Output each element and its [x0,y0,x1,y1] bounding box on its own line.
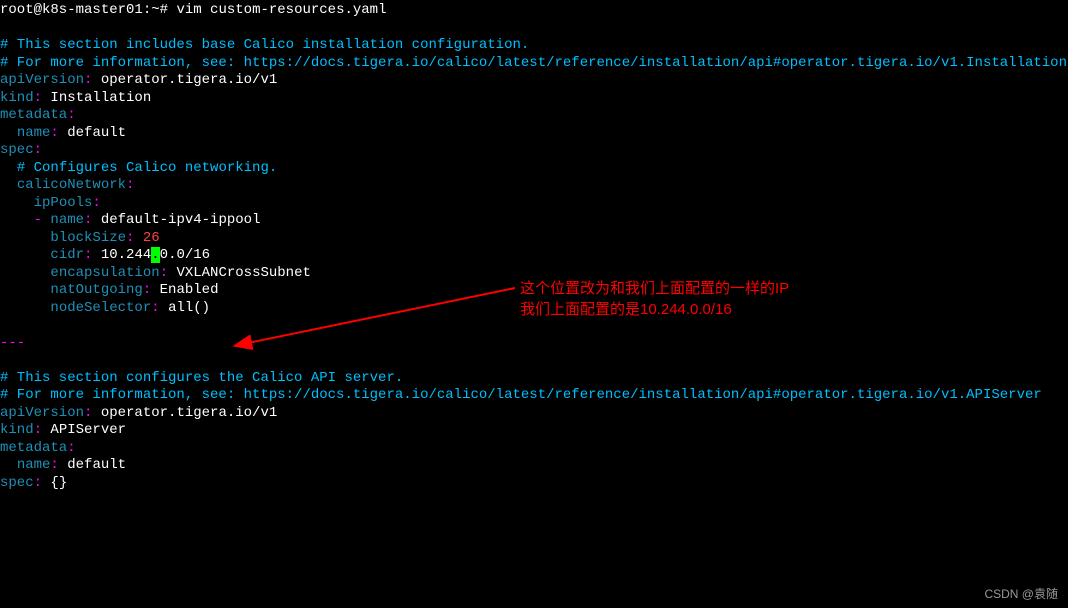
command[interactable]: vim custom-resources.yaml [176,2,386,18]
cidr-line[interactable]: cidr: 10.244.0.0/16 [0,247,1068,265]
yaml-line[interactable]: - name: default-ipv4-ippool [0,212,1068,230]
comment-line: # For more information, see: https://doc… [0,387,1068,405]
blank-line [0,317,1068,335]
cursor: . [151,247,159,263]
yaml-line[interactable]: natOutgoing: Enabled [0,282,1068,300]
separator-line: --- [0,335,1068,353]
yaml-line[interactable]: metadata: [0,440,1068,458]
comment-line: # This section includes base Calico inst… [0,37,1068,55]
yaml-line[interactable]: apiVersion: operator.tigera.io/v1 [0,72,1068,90]
yaml-line[interactable]: blockSize: 26 [0,230,1068,248]
yaml-line[interactable]: metadata: [0,107,1068,125]
comment-line: # Configures Calico networking. [0,160,1068,178]
blank-line [0,20,1068,38]
yaml-line[interactable]: name: default [0,125,1068,143]
path: :~# [143,2,168,18]
yaml-line[interactable]: encapsulation: VXLANCrossSubnet [0,265,1068,283]
yaml-line[interactable]: nodeSelector: all() [0,300,1068,318]
yaml-line[interactable]: spec: [0,142,1068,160]
yaml-line[interactable]: kind: Installation [0,90,1068,108]
comment-line: # For more information, see: https://doc… [0,55,1068,73]
comment-line: # This section configures the Calico API… [0,370,1068,388]
yaml-line[interactable]: apiVersion: operator.tigera.io/v1 [0,405,1068,423]
watermark: CSDN @袁随 [984,587,1058,602]
prompt-line: root@k8s-master01:~# vim custom-resource… [0,2,1068,20]
yaml-line[interactable]: ipPools: [0,195,1068,213]
yaml-line[interactable]: calicoNetwork: [0,177,1068,195]
yaml-line[interactable]: spec: {} [0,475,1068,493]
yaml-line[interactable]: name: default [0,457,1068,475]
user-host: root@k8s-master01 [0,2,143,18]
yaml-line[interactable]: kind: APIServer [0,422,1068,440]
blank-line [0,352,1068,370]
